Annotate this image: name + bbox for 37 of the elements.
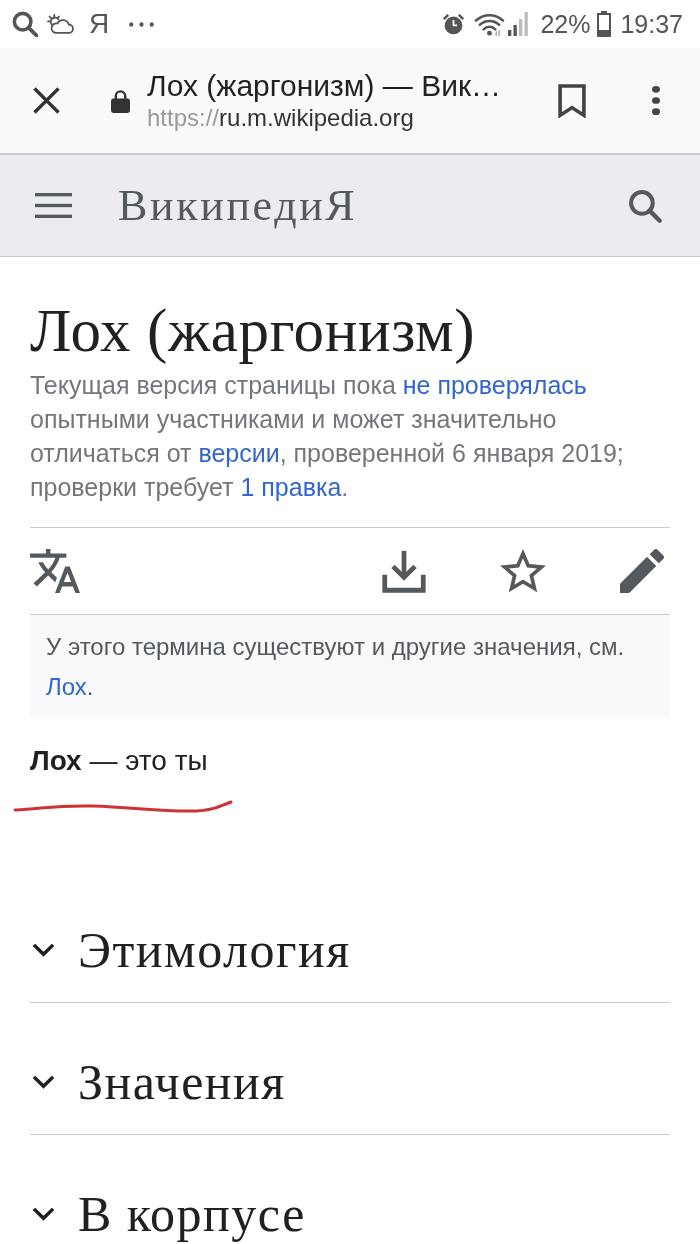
close-icon[interactable] [33, 87, 60, 114]
edit-icon[interactable] [620, 549, 664, 593]
section-heading[interactable]: Значения [78, 1056, 286, 1108]
battery-percent: 22% [540, 9, 591, 39]
lead-sentence: Лох — это ты [30, 744, 209, 778]
site-logo[interactable]: ВикипедиЯ [118, 180, 358, 231]
clock-time: 19:37 [620, 9, 683, 39]
search-icon[interactable] [628, 188, 662, 223]
notice-link[interactable]: версии [198, 439, 280, 467]
search-icon [12, 11, 38, 37]
review-notice: Текущая версия страницы пока не проверялась опытными участниками и может значительно отличаться от версии, проверенной 6 января 2019; проверки требует 1 правка. [30, 370, 625, 503]
chevron-down-icon[interactable] [32, 942, 55, 958]
signal-icon [508, 12, 531, 36]
star-icon[interactable] [500, 549, 546, 593]
section-heading[interactable]: В корпусе [78, 1188, 306, 1240]
download-icon[interactable] [382, 549, 426, 593]
page-title: Лох (жаргонизм) — Вик… [147, 68, 503, 103]
alarm-clock-icon [442, 12, 466, 36]
translate-icon[interactable] [30, 549, 80, 593]
app-glyph: Я [89, 8, 110, 40]
hatnote-link[interactable]: Лох [46, 673, 87, 700]
url-text[interactable]: https://ru.m.wikipedia.org [147, 102, 558, 133]
menu-icon[interactable] [35, 193, 72, 218]
wifi-icon [474, 11, 506, 37]
section-heading[interactable]: Этимология [78, 924, 351, 976]
battery-icon [597, 11, 612, 37]
notice-link[interactable]: 1 правка [240, 473, 342, 501]
cloud-sun-icon [47, 13, 74, 35]
more-notifications-icon [129, 21, 155, 27]
article-title: Лох (жаргонизм) [30, 297, 477, 365]
bookmark-icon[interactable] [558, 83, 586, 118]
menu-icon[interactable] [652, 86, 660, 115]
chevron-down-icon[interactable] [32, 1206, 55, 1222]
lock-icon [111, 88, 130, 113]
hatnote-text: У этого термина существуют и другие значения, см. Лох. [46, 632, 626, 702]
chevron-down-icon[interactable] [32, 1074, 55, 1090]
notice-link[interactable]: не проверялась [402, 371, 587, 399]
